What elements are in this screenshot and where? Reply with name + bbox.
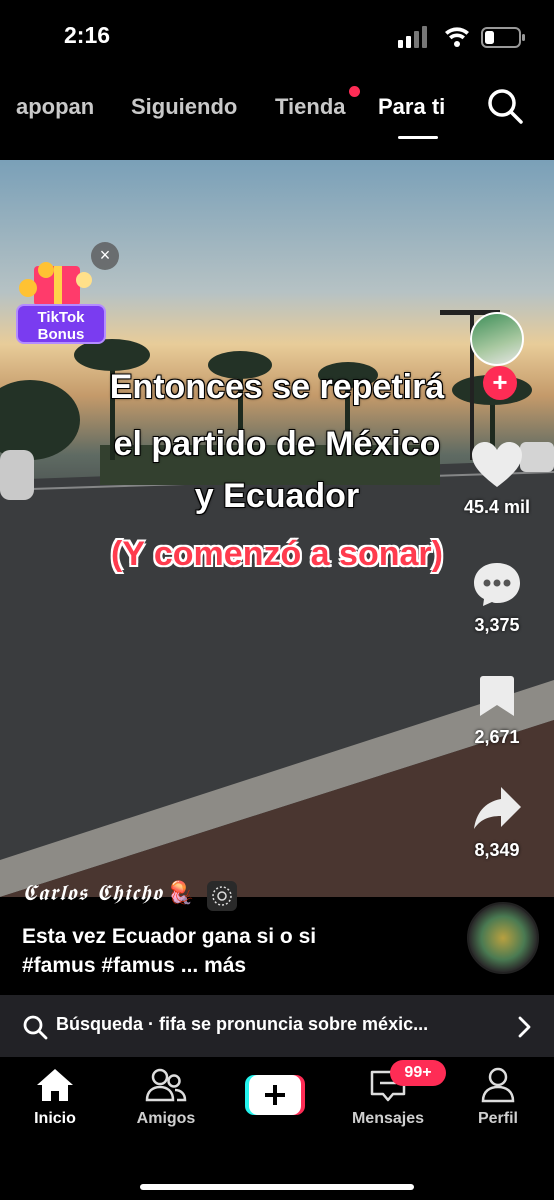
home-icon: [37, 1069, 73, 1101]
caption-line-2[interactable]: #famus #famus ... más: [22, 951, 316, 980]
friends-icon: [145, 1068, 187, 1102]
nav-perfil[interactable]: Perfil: [448, 1067, 548, 1128]
profile-icon: [481, 1067, 515, 1103]
save-count: 2,671: [474, 727, 520, 747]
bonus-close-button[interactable]: ×: [91, 242, 119, 270]
signal-icon: [398, 26, 427, 48]
chevron-right-icon: [518, 1016, 531, 1038]
share-icon: [474, 787, 521, 829]
jellyfish-emoji: 🪼: [167, 880, 195, 905]
nav-amigos-label: Amigos: [136, 1110, 196, 1127]
bonus-line-1: TikTok: [37, 309, 85, 326]
author-row: 𝕮𝖆𝖗𝖑𝖔𝖘 𝕮𝖍𝖎𝖈𝖍𝖔 🪼: [22, 880, 237, 914]
status-icons: [398, 26, 525, 48]
comment-count: 3,375: [474, 615, 520, 635]
nav-amigos[interactable]: Amigos: [116, 1067, 216, 1128]
share-count: 8,349: [474, 840, 520, 860]
top-nav: apopan Siguiendo Tienda Para ti: [0, 80, 554, 140]
comment-button[interactable]: 3,375: [455, 560, 539, 636]
messages-badge: 99+: [390, 1060, 446, 1086]
like-count: 45.4 mil: [463, 497, 531, 517]
nav-inicio-label: Inicio: [34, 1110, 76, 1127]
home-indicator: [140, 1184, 414, 1190]
tienda-notification-dot: [349, 86, 360, 97]
live-ring-icon[interactable]: [206, 880, 237, 911]
tab-para-ti[interactable]: Para ti: [378, 94, 445, 120]
tab-tienda[interactable]: Tienda: [275, 94, 346, 120]
battery-icon: [481, 27, 525, 48]
search-icon[interactable]: [485, 86, 525, 126]
status-time: 2:16: [64, 22, 111, 48]
tiktok-bonus-button[interactable]: TikTok Bonus: [16, 304, 106, 344]
tab-zapopan[interactable]: apopan: [16, 94, 94, 120]
follow-button[interactable]: +: [483, 366, 517, 400]
search-suggestion-bar[interactable]: Búsqueda · fifa se pronuncia sobre méxic…: [0, 995, 554, 1057]
status-bar: 2:16: [0, 0, 554, 70]
heart-icon: [472, 442, 522, 487]
post-caption: Esta vez Ecuador gana si o si #famus #fa…: [22, 922, 316, 980]
bottom-nav: Inicio Amigos Mensajes Perfil: [0, 1057, 554, 1200]
music-disc[interactable]: [467, 902, 539, 974]
search-suggestion-text: Búsqueda · fifa se pronuncia sobre méxic…: [56, 1014, 429, 1034]
search-icon: [23, 1015, 48, 1040]
active-tab-indicator: [398, 136, 438, 139]
nav-perfil-label: Perfil: [477, 1110, 518, 1127]
share-button[interactable]: 8,349: [455, 783, 539, 861]
bonus-line-2: Bonus: [37, 326, 85, 343]
bookmark-icon: [480, 676, 514, 716]
nav-inicio[interactable]: Inicio: [5, 1067, 105, 1128]
wifi-icon: [445, 27, 469, 47]
like-button[interactable]: 45.4 mil: [455, 440, 539, 518]
comment-icon: [474, 563, 520, 606]
create-button[interactable]: [245, 1075, 305, 1115]
author-name[interactable]: 𝕮𝖆𝖗𝖑𝖔𝖘 𝕮𝖍𝖎𝖈𝖍𝖔: [22, 881, 163, 906]
save-button[interactable]: 2,671: [455, 672, 539, 748]
nav-mensajes-label: Mensajes: [351, 1110, 425, 1127]
overlay-line-1: Entonces se repetirá: [109, 368, 445, 406]
caption-line-1: Esta vez Ecuador gana si o si: [22, 925, 317, 948]
creator-avatar[interactable]: [470, 312, 524, 366]
tab-siguiendo[interactable]: Siguiendo: [131, 94, 237, 120]
